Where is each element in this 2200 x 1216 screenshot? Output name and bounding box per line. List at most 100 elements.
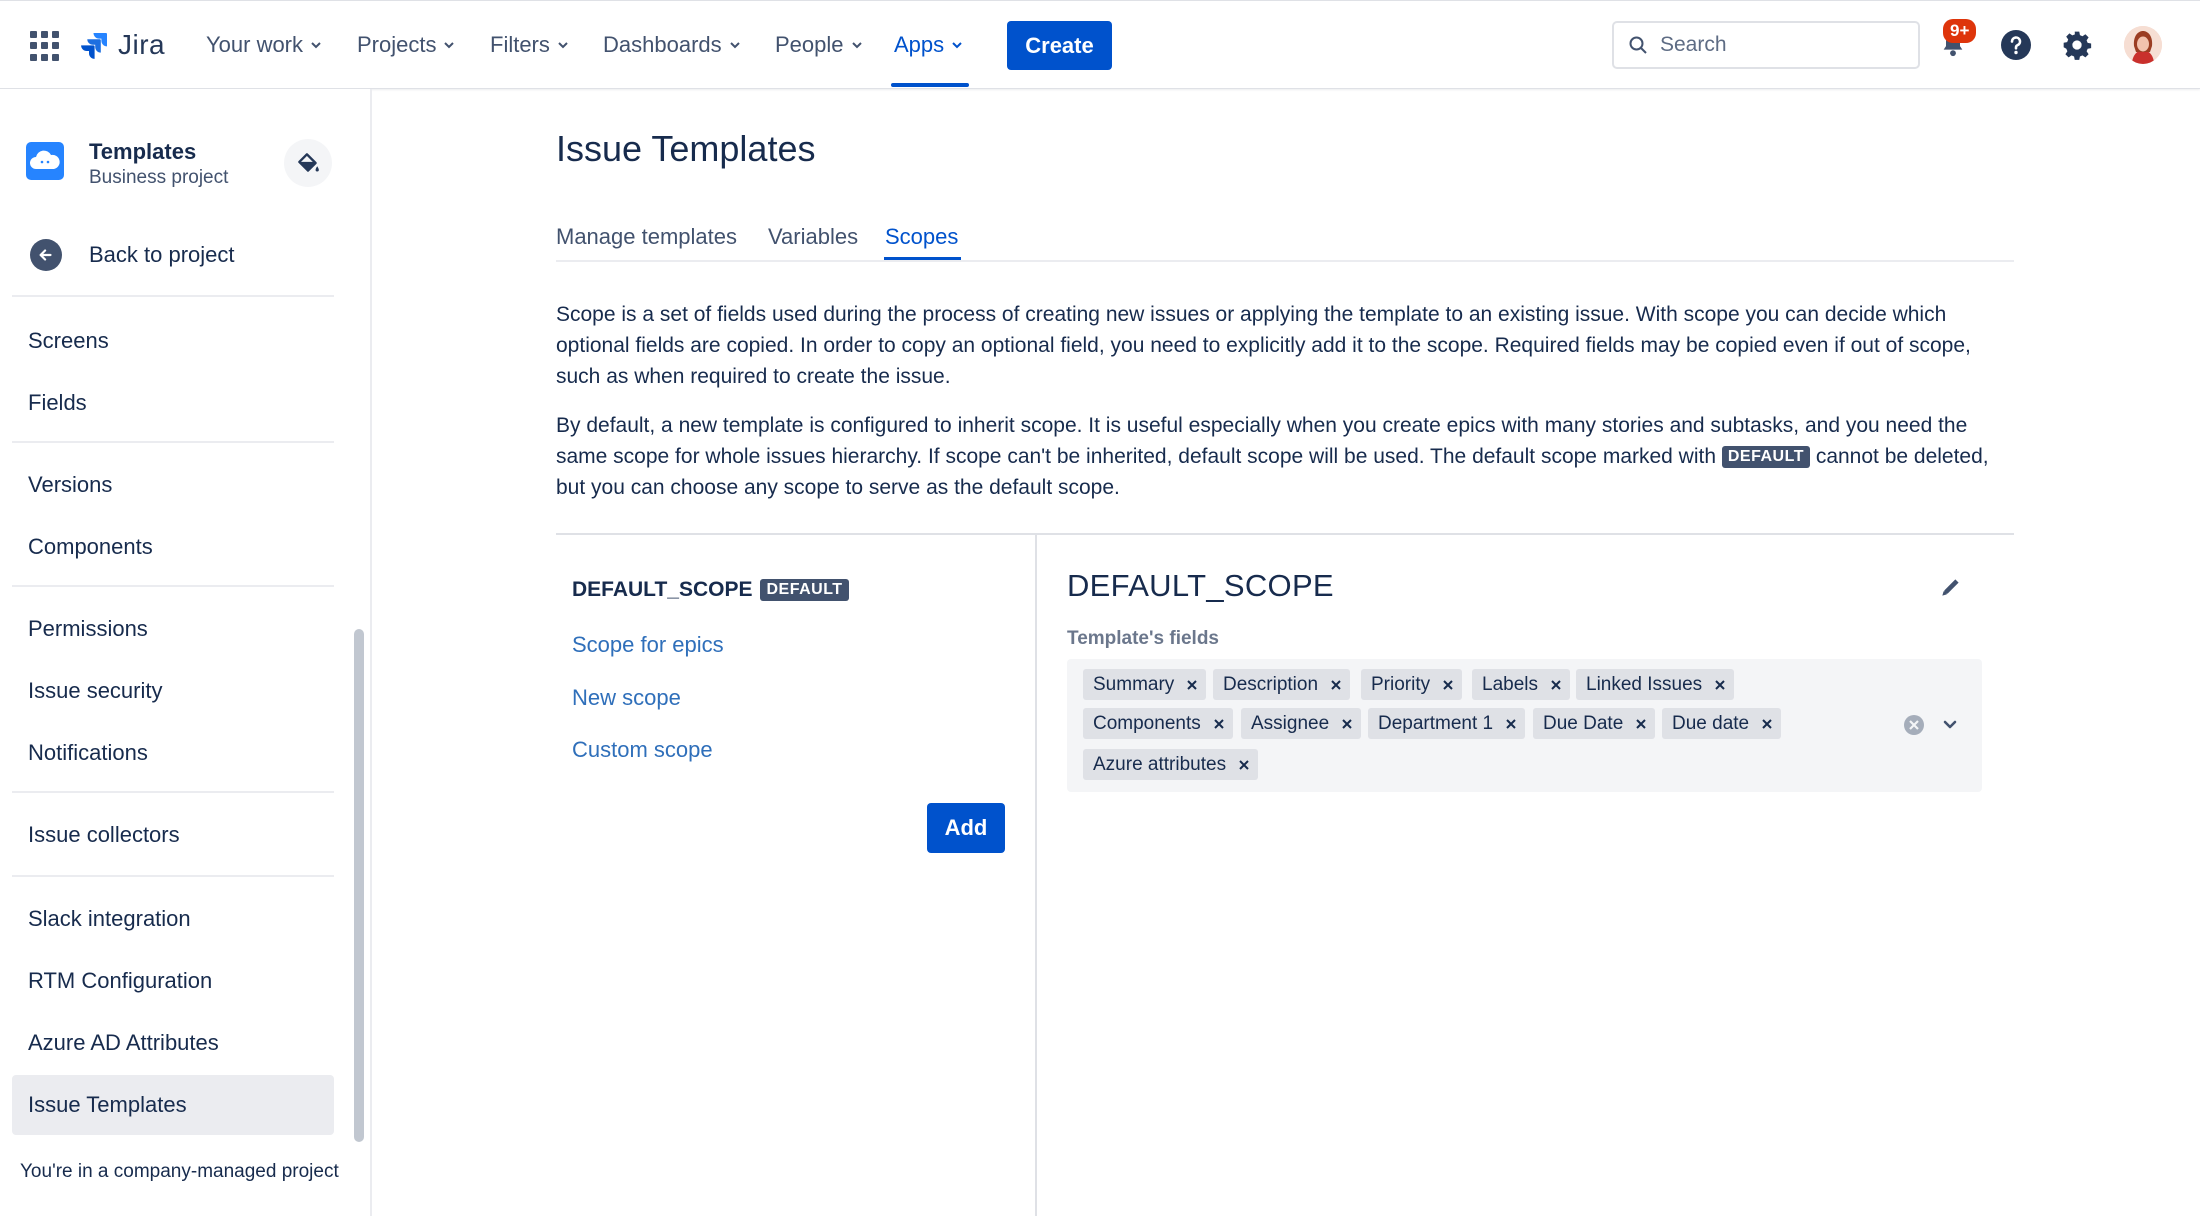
field-chip: Due date xyxy=(1662,708,1782,739)
notification-count-badge: 9+ xyxy=(1943,19,1977,43)
pencil-icon[interactable] xyxy=(1938,574,1964,600)
chevron-down-icon xyxy=(952,42,962,49)
add-scope-button[interactable]: Add xyxy=(927,803,1005,853)
sidebar-item-issue-collectors[interactable]: Issue collectors xyxy=(12,805,334,865)
remove-icon[interactable] xyxy=(1330,679,1342,691)
sidebar-item-screens[interactable]: Screens xyxy=(12,311,334,371)
jira-logo-icon xyxy=(81,33,107,59)
remove-icon[interactable] xyxy=(1341,718,1353,730)
field-chip-label: Due Date xyxy=(1543,712,1624,734)
nav-people[interactable]: People xyxy=(775,25,864,65)
field-chip: Azure attributes xyxy=(1083,749,1259,780)
chevron-down-icon xyxy=(444,42,455,49)
scope-item-default-name: DEFAULT_SCOPE xyxy=(572,578,753,601)
sidebar-divider xyxy=(12,295,334,297)
nav-dashboards-label: Dashboards xyxy=(603,32,722,57)
sidebar-item-issue-templates[interactable]: Issue Templates xyxy=(12,1075,334,1135)
remove-icon[interactable] xyxy=(1442,679,1454,691)
remove-icon[interactable] xyxy=(1505,718,1517,730)
default-scope-paragraph: By default, a new template is configured… xyxy=(556,410,2018,503)
top-navigation: Jira Your work Projects Filters Dashboar… xyxy=(0,0,2200,89)
field-chip: Department 1 xyxy=(1368,708,1526,739)
sidebar-item-versions[interactable]: Versions xyxy=(12,455,334,515)
panel-split-divider xyxy=(1035,535,1037,1216)
app-switcher-icon[interactable] xyxy=(30,31,60,61)
field-chip: Labels xyxy=(1472,669,1570,700)
nav-apps-label: Apps xyxy=(894,32,945,57)
active-tab-indicator xyxy=(884,257,961,260)
project-theme-button[interactable] xyxy=(284,139,332,187)
sidebar-scrollbar[interactable] xyxy=(354,629,364,1142)
sidebar-item-fields[interactable]: Fields xyxy=(12,373,334,433)
sidebar-divider xyxy=(12,875,334,877)
field-chip-label: Labels xyxy=(1482,673,1538,695)
tab-scopes[interactable]: Scopes xyxy=(885,224,958,260)
tab-manage-templates[interactable]: Manage templates xyxy=(556,224,737,260)
sidebar-item-notifications[interactable]: Notifications xyxy=(12,723,334,783)
project-sidebar: Templates Business project Back to proje… xyxy=(0,89,372,1216)
field-chip: Description xyxy=(1213,669,1351,700)
project-name: Templates xyxy=(89,139,197,164)
back-to-project-link[interactable]: Back to project xyxy=(30,237,235,273)
scope-item-default[interactable]: DEFAULT_SCOPE DEFAULT xyxy=(572,578,849,602)
remove-icon[interactable] xyxy=(1238,759,1250,771)
paint-bucket-icon xyxy=(298,153,319,172)
field-chip-label: Due date xyxy=(1672,712,1750,734)
sidebar-item-issue-security[interactable]: Issue security xyxy=(12,661,334,721)
nav-projects[interactable]: Projects xyxy=(357,25,456,65)
chevron-down-icon xyxy=(729,42,740,49)
remove-icon[interactable] xyxy=(1213,718,1225,730)
remove-icon[interactable] xyxy=(1714,679,1726,691)
sidebar-footer-text: You're in a company-managed project xyxy=(20,1161,339,1182)
create-button[interactable]: Create xyxy=(1007,21,1112,70)
cloud-icon xyxy=(30,150,60,169)
help-button[interactable] xyxy=(1998,27,2034,63)
sidebar-item-azure-ad-attributes[interactable]: Azure AD Attributes xyxy=(12,1013,334,1073)
scope-link-custom[interactable]: Custom scope xyxy=(572,737,713,763)
tab-bar: Manage templates Variables Scopes xyxy=(556,222,2014,262)
panel-divider xyxy=(556,533,2014,535)
field-chip-label: Priority xyxy=(1371,673,1431,695)
sidebar-item-components[interactable]: Components xyxy=(12,517,334,577)
nav-dashboards[interactable]: Dashboards xyxy=(603,25,742,65)
project-avatar xyxy=(26,142,64,180)
chevron-down-icon[interactable] xyxy=(1941,716,1959,734)
nav-projects-label: Projects xyxy=(357,32,437,57)
scope-link-epics[interactable]: Scope for epics xyxy=(572,632,724,658)
remove-icon[interactable] xyxy=(1761,718,1773,730)
field-chip-label: Azure attributes xyxy=(1093,753,1227,775)
field-chip-label: Department 1 xyxy=(1378,712,1494,734)
field-chip-label: Assignee xyxy=(1251,712,1330,734)
nav-apps[interactable]: Apps xyxy=(894,25,964,65)
sidebar-item-rtm-configuration[interactable]: RTM Configuration xyxy=(12,951,334,1011)
help-icon xyxy=(2001,30,2031,60)
jira-logo-text: Jira xyxy=(118,29,166,60)
tab-variables[interactable]: Variables xyxy=(768,224,858,260)
field-chip-label: Linked Issues xyxy=(1586,673,1703,695)
field-chip: Linked Issues xyxy=(1576,669,1735,700)
field-chip: Assignee xyxy=(1241,708,1362,739)
search-box[interactable] xyxy=(1612,21,1920,69)
nav-your-work[interactable]: Your work xyxy=(206,25,323,65)
sidebar-item-slack-integration[interactable]: Slack integration xyxy=(12,889,334,949)
settings-button[interactable] xyxy=(2059,27,2095,63)
scope-detail-title: DEFAULT_SCOPE xyxy=(1067,568,1334,603)
remove-icon[interactable] xyxy=(1635,718,1647,730)
sidebar-divider xyxy=(12,441,334,443)
user-avatar[interactable] xyxy=(2124,26,2162,64)
scope-link-new[interactable]: New scope xyxy=(572,685,681,711)
sidebar-item-permissions[interactable]: Permissions xyxy=(12,599,334,659)
jira-logo[interactable]: Jira xyxy=(78,25,165,65)
arrow-left-icon xyxy=(30,239,62,271)
clear-all-icon[interactable] xyxy=(1903,714,1925,736)
remove-icon[interactable] xyxy=(1186,679,1198,691)
back-to-project-label: Back to project xyxy=(89,242,235,267)
field-chip-label: Summary xyxy=(1093,673,1175,695)
field-chip-label: Components xyxy=(1093,712,1201,734)
search-input[interactable] xyxy=(1660,33,1900,57)
chevron-down-icon xyxy=(558,42,568,49)
nav-filters[interactable]: Filters xyxy=(490,25,570,65)
template-fields-label: Template's fields xyxy=(1067,628,1219,649)
remove-icon[interactable] xyxy=(1550,679,1562,691)
nav-filters-label: Filters xyxy=(490,32,550,57)
